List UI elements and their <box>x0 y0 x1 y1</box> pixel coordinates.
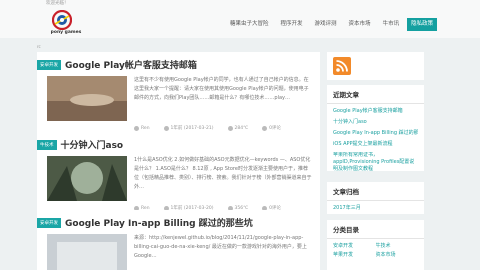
post-category-tag[interactable]: 安卓开发 <box>37 217 61 228</box>
post-meta: Ren 1年前 (2017-03-21) 284℃ 0评论 <box>134 125 295 131</box>
archive-link[interactable]: 2017年三月 <box>333 203 418 214</box>
nav-item-privacy[interactable]: 隐私政策 <box>407 18 438 31</box>
categories-list: 安卓开发 牛技术 苹果开发 资本市场 <box>327 239 424 263</box>
user-icon <box>134 125 139 131</box>
recent-post-link[interactable]: 苹果所有常用证书，appID,Provisioning Profiles配置说明… <box>333 152 418 173</box>
recent-posts-list: Google Play帐户客服支持邮箱 十分钟入门aso Google Play… <box>327 104 424 177</box>
category-link[interactable]: 牛技术 <box>376 242 419 251</box>
post-thumbnail[interactable] <box>47 234 127 270</box>
categories-widget: 分类目录 安卓开发 牛技术 苹果开发 资本市场 <box>327 220 424 270</box>
post-views: 284℃ <box>227 125 248 131</box>
recent-post-link[interactable]: Google Play帐户客服支持邮箱 <box>333 106 418 117</box>
categories-title: 分类目录 <box>327 220 424 239</box>
category-link[interactable]: 安卓开发 <box>333 242 376 251</box>
archive-title: 文章归档 <box>327 182 424 201</box>
nav-item-niushixun[interactable]: 牛市讯 <box>379 18 404 31</box>
post-card: 牛技术 十分钟入门aso 1什么是ASO优化 2.如何做好基础的ASO元数据优化… <box>37 132 320 214</box>
post-title-row: 安卓开发 Google Play帐户客服支持邮箱 <box>37 58 197 71</box>
post-thumbnail[interactable] <box>47 156 127 201</box>
post-title-row: 牛技术 十分钟入门aso <box>37 138 123 151</box>
nav-item-dev[interactable]: 程序开发 <box>277 18 307 31</box>
post-date: 1年前 (2017-03-21) <box>163 125 214 131</box>
post-title-row: 安卓开发 Google Play In-app Billing 踩过的那些坑 <box>37 216 253 229</box>
post-author[interactable]: Ren <box>134 125 150 131</box>
post-excerpt: 来源：http://kenjewel.github.io/blog/2014/1… <box>134 235 307 259</box>
recent-posts-title: 近期文章 <box>327 85 424 104</box>
post-comments[interactable]: 0评论 <box>262 125 281 131</box>
post-thumbnail[interactable] <box>47 76 127 121</box>
logo-text: pony games <box>50 30 82 35</box>
post-title[interactable]: Google Play帐户客服支持邮箱 <box>65 58 197 71</box>
nav-item-reviews[interactable]: 游戏评测 <box>311 18 341 31</box>
logo-icon <box>52 10 72 30</box>
post-title[interactable]: Google Play In-app Billing 踩过的那些坑 <box>65 216 253 229</box>
archive-list: 2017年三月 <box>327 201 424 216</box>
site-header: 欢迎光临！ pony games 糖果虫子大冒险 程序开发 游戏评测 资本市场 … <box>0 0 480 38</box>
rss-icon[interactable] <box>333 57 351 75</box>
main-nav: 糖果虫子大冒险 程序开发 游戏评测 资本市场 牛市讯 隐私政策 <box>226 18 441 31</box>
welcome-text: 欢迎光临！ <box>46 1 69 6</box>
site-logo[interactable]: pony games <box>46 10 86 36</box>
post-title[interactable]: 十分钟入门aso <box>61 138 124 151</box>
breadcrumb[interactable]: rc <box>37 44 41 49</box>
eye-icon <box>227 125 233 131</box>
category-link[interactable]: 资本市场 <box>376 251 419 260</box>
post-card: 安卓开发 Google Play In-app Billing 踩过的那些坑 来… <box>37 210 320 270</box>
post-category-tag[interactable]: 安卓开发 <box>37 59 61 70</box>
post-card: 安卓开发 Google Play帐户客服支持邮箱 这里有不少有使用Google … <box>37 52 320 136</box>
recent-posts-widget: 近期文章 Google Play帐户客服支持邮箱 十分钟入门aso Google… <box>327 85 424 172</box>
clock-icon <box>163 125 169 131</box>
recent-post-link[interactable]: 十分钟入门aso <box>333 117 418 128</box>
recent-post-link[interactable]: iOS APP提交上架最新流程 <box>333 139 418 150</box>
nav-item-capital[interactable]: 资本市场 <box>345 18 375 31</box>
category-link[interactable]: 苹果开发 <box>333 251 376 260</box>
comment-icon <box>262 125 268 131</box>
nav-item-candy-bug[interactable]: 糖果虫子大冒险 <box>226 18 273 31</box>
post-category-tag[interactable]: 牛技术 <box>37 139 57 150</box>
post-excerpt: 这里有不少有使用Google Play帐户的同学，也有人通过了自己帐户的信息。在… <box>134 77 309 101</box>
archive-widget: 文章归档 2017年三月 <box>327 182 424 214</box>
rss-widget <box>327 52 424 80</box>
recent-post-link[interactable]: Google Play In-app Billing 踩过的那些坑 <box>333 128 418 139</box>
post-excerpt: 1什么是ASO优化 2.如何做好基础的ASO元数据优化—keywords —、A… <box>134 157 312 190</box>
